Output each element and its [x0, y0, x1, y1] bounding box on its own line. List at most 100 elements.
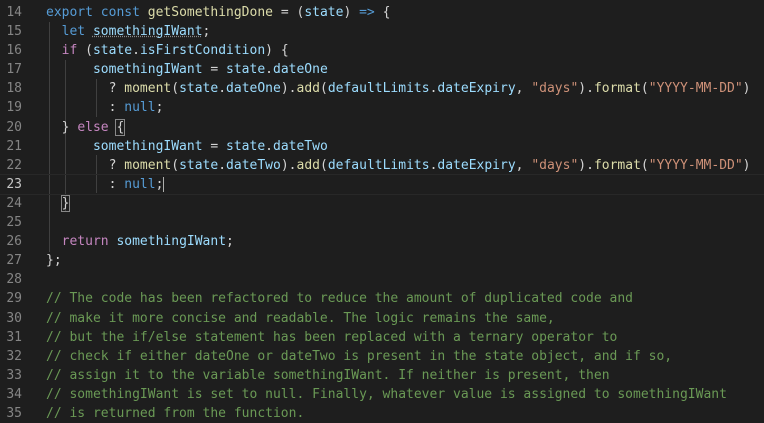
code-token: =>	[359, 5, 375, 20]
code-token: // The code has been refactored to reduc…	[46, 291, 633, 307]
code-token: .	[218, 157, 227, 173]
code-text[interactable]: : null;	[46, 175, 165, 194]
code-line[interactable]: 32 // check if either dateOne or dateTwo …	[0, 347, 764, 366]
line-number: 23	[6, 176, 22, 192]
code-token: else	[77, 119, 109, 135]
code-line[interactable]: 20 } else {	[0, 118, 764, 137]
code-token: {	[374, 5, 391, 20]
code-token: ,	[515, 81, 532, 97]
code-token: moment	[124, 157, 172, 173]
code-token: ,	[515, 157, 532, 173]
code-line[interactable]: 31 // but the if/else statement has been …	[0, 328, 764, 347]
code-text[interactable]: ? moment(state.dateOne).add(defaultLimit…	[46, 79, 751, 98]
code-text[interactable]: // is returned from the function.	[46, 404, 304, 423]
code-token: {	[109, 118, 126, 136]
code-token: ?	[46, 81, 125, 97]
code-text[interactable]: }	[46, 194, 71, 213]
code-token: ;	[155, 100, 164, 116]
code-token: // make it more concise and readable. Th…	[46, 310, 555, 326]
code-text[interactable]: let somethingIWant;	[46, 22, 211, 41]
code-text[interactable]: somethingIWant = state.dateTwo	[46, 137, 328, 156]
code-text[interactable]: // assign it to the variable somethingIW…	[46, 366, 610, 385]
code-token: =	[202, 138, 227, 154]
code-token: return	[61, 234, 117, 250]
code-line[interactable]: 35 // is returned from the function.	[0, 404, 764, 423]
code-token: ?	[46, 157, 125, 173]
code-line[interactable]: 27};	[0, 251, 764, 270]
code-line[interactable]: 23 : null;	[0, 173, 764, 195]
code-line[interactable]: 15 let somethingIWant;	[0, 22, 764, 41]
line-number: 18	[6, 81, 22, 97]
code-line[interactable]: 17 somethingIWant = state.dateOne	[0, 60, 764, 79]
code-line[interactable]: 34 // somethingIWant is set to null. Fina…	[0, 385, 764, 404]
code-token: (	[171, 157, 180, 173]
code-token: "YYYY-MM-DD"	[648, 157, 743, 173]
code-text[interactable]: // somethingIWant is set to null. Finall…	[46, 385, 727, 404]
code-token: defaultLimits	[327, 81, 430, 97]
code-text[interactable]: export const getSomethingDone = (state) …	[46, 3, 390, 22]
code-token: const	[100, 5, 148, 20]
code-text[interactable]: somethingIWant = state.dateOne	[46, 60, 328, 79]
code-line[interactable]: 33 // assign it to the variable something…	[0, 366, 764, 385]
code-line[interactable]: 28	[0, 270, 764, 289]
code-token: null	[124, 100, 156, 116]
code-token: ;	[226, 234, 234, 250]
code-text[interactable]: // but the if/else statement has been re…	[46, 328, 617, 347]
code-token: }	[46, 194, 71, 212]
line-number: 20	[6, 119, 22, 135]
line-number: 17	[6, 62, 22, 78]
code-token: dateExpiry	[437, 81, 516, 97]
code-editor[interactable]: 14 export const getSomethingDone = (state…	[0, 0, 764, 423]
code-text[interactable]: ? moment(state.dateTwo).add(defaultLimit…	[46, 156, 751, 175]
code-line[interactable]: 24 }	[0, 194, 764, 213]
code-text[interactable]: if (state.isFirstCondition) {	[46, 41, 289, 60]
code-token: (	[77, 43, 93, 59]
code-token: format	[593, 81, 641, 97]
code-token: dateExpiry	[437, 157, 516, 173]
line-number: 35	[6, 405, 22, 421]
code-lines[interactable]: 14 export const getSomethingDone = (state…	[0, 3, 764, 423]
code-token: let	[61, 24, 93, 40]
code-token: ;	[155, 176, 164, 192]
code-token: defaultLimits	[327, 157, 430, 173]
code-text[interactable]: // The code has been refactored to reduc…	[46, 289, 633, 308]
code-line[interactable]: 19 : null;	[0, 98, 764, 117]
code-line[interactable]: 14 export const getSomethingDone = (state…	[0, 3, 764, 22]
code-token: =	[202, 62, 227, 78]
code-token: dateOne	[226, 81, 281, 97]
code-text[interactable]: : null;	[46, 98, 164, 117]
line-number: 16	[6, 43, 22, 59]
code-text[interactable]: };	[46, 251, 62, 270]
code-token: // somethingIWant is set to null. Finall…	[46, 386, 727, 402]
code-token: };	[46, 253, 62, 269]
code-line[interactable]: 18 ? moment(state.dateOne).add(defaultLi…	[0, 79, 764, 98]
code-token: ).	[280, 157, 297, 173]
code-line[interactable]: 29 // The code has been refactored to red…	[0, 289, 764, 308]
code-token: (	[640, 81, 649, 97]
line-number: 28	[6, 272, 22, 288]
code-token: // check if either dateOne or dateTwo is…	[46, 348, 673, 364]
code-line[interactable]: 22 ? moment(state.dateTwo).add(defaultLi…	[0, 156, 764, 175]
code-line[interactable]: 25	[0, 213, 764, 232]
code-token: )	[742, 81, 751, 97]
code-token: somethingIWant	[92, 138, 203, 154]
code-token: .	[218, 81, 227, 97]
code-line[interactable]: 26 return somethingIWant;	[0, 232, 764, 251]
code-text[interactable]: } else {	[46, 118, 126, 137]
code-token: state	[179, 81, 219, 97]
matched-bracket: {	[115, 118, 126, 136]
code-token: (	[319, 157, 328, 173]
code-line[interactable]: 21 somethingIWant = state.dateTwo	[0, 137, 764, 156]
code-token: state	[92, 43, 133, 59]
code-line[interactable]: 16 if (state.isFirstCondition) {	[0, 41, 764, 60]
code-line[interactable]: 30 // make it more concise and readable. …	[0, 309, 764, 328]
code-text[interactable]: // make it more concise and readable. Th…	[46, 309, 555, 328]
code-token: state	[226, 138, 266, 154]
code-token: somethingIWant	[92, 62, 203, 78]
line-number: 27	[6, 253, 22, 269]
code-text[interactable]: return somethingIWant;	[46, 232, 234, 251]
code-text[interactable]: // check if either dateOne or dateTwo is…	[46, 347, 672, 366]
code-token: format	[593, 157, 641, 173]
